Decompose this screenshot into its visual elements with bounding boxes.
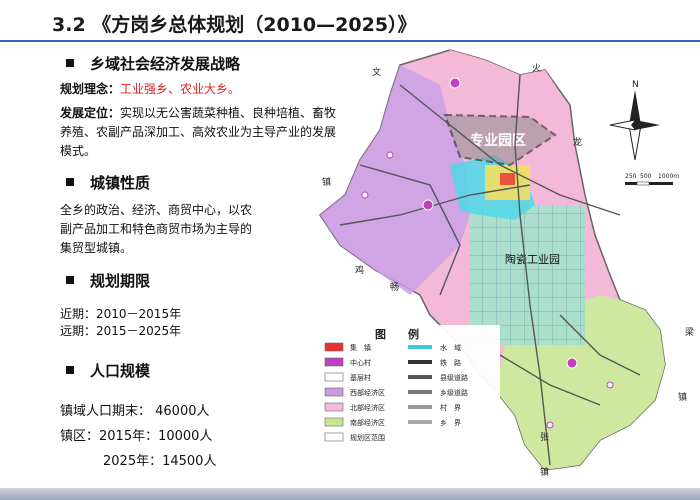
legend-label: 县级道路	[440, 373, 468, 382]
legend-swatch	[324, 387, 344, 397]
heading-strategy: 乡域社会经济发展战略	[66, 53, 240, 74]
legend-label: 中心村	[350, 358, 371, 367]
legend: 图 例 集 镇中心村基层村西部经济区北部经济区南部经济区规划区范围 水 域铁 路…	[315, 325, 500, 475]
legend-label: 村 界	[440, 403, 461, 412]
scale-label-0: 250	[625, 173, 637, 180]
heading-strategy-label: 乡域社会经济发展战略	[90, 55, 241, 73]
nature-line-3: 集贸型城镇。	[60, 241, 133, 255]
population-town-2015: 镇区：2015年：10000人	[60, 429, 213, 444]
edge-char-7: 镇	[678, 391, 687, 403]
legend-label: 水 域	[440, 343, 461, 352]
nature-line-1: 全乡的政治、经济、商贸中心，以农	[60, 203, 253, 217]
heading-period-label: 规划期限	[90, 272, 151, 290]
footer-bar	[0, 488, 700, 500]
square-bullet-icon	[66, 365, 74, 374]
legend-item-left: 北部经济区	[324, 402, 385, 412]
population-county: 镇域人口期末： 46000人	[60, 404, 210, 419]
legend-item-left: 西部经济区	[324, 387, 385, 397]
compass: N	[609, 80, 660, 161]
population-town-2025: 2025年：14500人	[103, 454, 217, 469]
legend-item-left: 规划区范围	[324, 432, 385, 442]
industry-park-label: 陶瓷工业园	[505, 252, 560, 266]
legend-label: 乡级道路	[440, 388, 468, 397]
square-bullet-icon	[66, 58, 74, 67]
page-title: 3.2 《方岗乡总体规划（2010—2025）》	[52, 14, 417, 36]
edge-char-4: 鸡	[355, 264, 364, 276]
position-line-3: 模式。	[60, 144, 97, 158]
legend-swatch	[324, 357, 344, 367]
map-svg: 专业园区 陶瓷工业园 文 火 龙 镇 鸡 畅 梁 镇 张 镇 N 250 500…	[315, 49, 694, 478]
legend-label: 规划区范围	[350, 433, 385, 442]
heading-period: 规划期限	[66, 270, 150, 291]
square-bullet-icon	[66, 177, 74, 186]
heading-population: 人口规模	[66, 360, 150, 381]
heading-nature-label: 城镇性质	[90, 174, 151, 192]
legend-label: 铁 路	[440, 358, 461, 367]
legend-label: 乡 界	[440, 419, 461, 427]
compass-north-label: N	[632, 80, 639, 90]
legend-line-swatch	[408, 390, 432, 394]
legend-swatch	[324, 432, 344, 442]
position-label: 发展定位：	[60, 106, 121, 120]
edge-char-9: 镇	[540, 466, 549, 478]
planning-map: 专业园区 陶瓷工业园 文 火 龙 镇 鸡 畅 梁 镇 张 镇 N 250 500…	[300, 45, 700, 488]
period-far: 远期：2015－2025年	[60, 324, 182, 338]
scale-bar: 250 500 1000m	[625, 173, 679, 186]
legend-label: 南部经济区	[350, 418, 385, 427]
concept-label: 规划理念：	[60, 82, 121, 96]
scale-label-2: 1000m	[658, 173, 679, 180]
legend-swatch	[324, 402, 344, 412]
nature-line-2: 副产品加工和特色商贸市场为主导的	[60, 222, 253, 236]
legend-swatch	[324, 372, 344, 382]
edge-char-2: 龙	[573, 136, 582, 148]
town-core-red	[500, 173, 515, 185]
legend-line-swatch	[408, 360, 432, 364]
position-line-1: 发展定位：实现以无公害蔬菜种植、良种培植、畜牧	[60, 104, 336, 123]
scale-label-1: 500	[640, 173, 652, 180]
legend-label: 集 镇	[350, 343, 371, 352]
legend-line-swatch	[408, 345, 432, 349]
legend-swatch	[324, 342, 344, 352]
edge-char-5: 畅	[390, 281, 399, 293]
industrial-grid	[470, 205, 585, 345]
legend-line-swatch	[408, 420, 432, 424]
title-divider	[0, 40, 700, 42]
edge-char-6: 梁	[685, 326, 694, 338]
legend-line-swatch	[408, 405, 432, 409]
concept-value: 工业强乡、农业大乡。	[120, 82, 241, 96]
edge-char-0: 文	[372, 66, 381, 78]
heading-nature: 城镇性质	[66, 172, 150, 193]
edge-char-1: 火	[532, 63, 541, 74]
edge-char-8: 张	[540, 432, 549, 443]
legend-label: 基层村	[350, 373, 371, 382]
title-bar: 3.2 《方岗乡总体规划（2010—2025）》	[0, 0, 700, 40]
square-bullet-icon	[66, 275, 74, 284]
specialized-park-label: 专业园区	[470, 132, 526, 149]
legend-item-left: 南部经济区	[324, 417, 385, 427]
concept-line: 规划理念：工业强乡、农业大乡。	[60, 80, 240, 99]
legend-label: 西部经济区	[350, 388, 385, 397]
edge-char-3: 镇	[322, 176, 331, 188]
legend-swatch	[324, 417, 344, 427]
legend-label: 北部经济区	[350, 403, 385, 412]
position-line-2: 养殖、农副产品深加工、高效农业为主导产业的发展	[60, 125, 337, 139]
legend-title: 图 例	[375, 327, 419, 341]
heading-population-label: 人口规模	[90, 362, 151, 380]
legend-line-swatch	[408, 375, 432, 379]
